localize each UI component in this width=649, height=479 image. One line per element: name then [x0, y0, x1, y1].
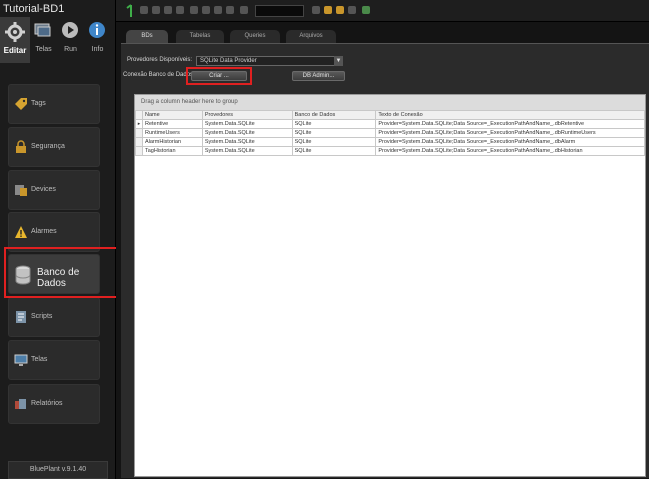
cell-provider[interactable]: System.Data.SQLite	[201, 146, 293, 156]
toolbar-icon[interactable]	[312, 6, 320, 14]
providers-label: Provedores Disponíveis:	[127, 57, 193, 63]
sidebar-item-label: Segurança	[31, 143, 65, 150]
sidebar-item-tags[interactable]: Tags	[8, 84, 100, 124]
toolbar-icon[interactable]	[152, 6, 160, 14]
toolbar-icon[interactable]	[164, 6, 172, 14]
cell-connection-string[interactable]: Provider=System.Data.SQLite;Data Source=…	[375, 128, 645, 138]
mode-label: Info	[91, 46, 104, 53]
highlight-banco-de-dados	[4, 247, 128, 298]
cell-database[interactable]: SQLite	[291, 128, 377, 138]
cell-connection-string[interactable]: Provider=System.Data.SQLite;Data Source=…	[375, 119, 645, 129]
mode-telas[interactable]: Telas	[30, 17, 57, 63]
cell-name[interactable]: TagHistorian	[141, 146, 203, 156]
toolbar-icon[interactable]	[202, 6, 210, 14]
toolbar-icon[interactable]	[214, 6, 222, 14]
sidebar-item-relatorios[interactable]: Relatórios	[8, 384, 100, 424]
cell-connection-string[interactable]: Provider=System.Data.SQLite;Data Source=…	[375, 146, 645, 156]
lock-icon	[16, 140, 26, 153]
app-window: Tutorial-BD1 Editar Telas Run Info Tags …	[0, 0, 649, 479]
tab-tabelas[interactable]: Tabelas	[176, 30, 224, 43]
toolbar-icon[interactable]	[226, 6, 234, 14]
toolbar	[116, 0, 649, 22]
sidebar-item-alarmes[interactable]: Alarmes	[8, 212, 100, 252]
report-icon	[15, 399, 26, 409]
sidebar-item-telas[interactable]: Telas	[8, 340, 100, 380]
column-header-provedores[interactable]: Provedores	[201, 110, 293, 120]
cell-provider[interactable]: System.Data.SQLite	[201, 137, 293, 147]
back-icon[interactable]	[124, 4, 134, 18]
toolbar-icon[interactable]	[240, 6, 248, 14]
provider-select-value: SQLite Data Provider	[200, 58, 257, 64]
table-row[interactable]: AlarmHistorian System.Data.SQLite SQLite…	[135, 137, 645, 147]
toolbar-search-input[interactable]	[255, 5, 304, 17]
cell-database[interactable]: SQLite	[291, 146, 377, 156]
column-header-texto-conexao[interactable]: Texto de Conexão	[375, 110, 645, 120]
column-header-banco[interactable]: Banco de Dados	[291, 110, 377, 120]
connection-label: Conexão Banco de Dados:	[123, 72, 195, 78]
sidebar-item-label: Relatórios	[31, 400, 63, 407]
cell-name[interactable]: Retentive	[141, 119, 203, 129]
version-label: BluePlant v.9.1.40	[8, 461, 108, 479]
row-indicator	[135, 146, 143, 156]
cell-provider[interactable]: System.Data.SQLite	[201, 119, 293, 129]
row-indicator-header	[135, 110, 143, 120]
warning-icon	[15, 226, 27, 238]
mode-run[interactable]: Run	[57, 17, 84, 63]
provider-select[interactable]: SQLite Data Provider ▼	[196, 56, 343, 66]
sidebar-item-seguranca[interactable]: Segurança	[8, 127, 100, 167]
group-by-bar[interactable]: Drag a column header here to group	[135, 95, 645, 110]
sidebar-item-label: Tags	[31, 100, 46, 107]
sidebar-item-devices[interactable]: Devices	[8, 170, 100, 210]
mode-label: Run	[64, 46, 77, 53]
toolbar-icon[interactable]	[362, 6, 370, 14]
row-selected-icon: ▸	[135, 119, 143, 129]
cell-name[interactable]: AlarmHistorian	[141, 137, 203, 147]
toolbar-icon[interactable]	[324, 6, 332, 14]
sidebar-item-label: Alarmes	[31, 228, 57, 235]
column-header-name[interactable]: Name	[141, 110, 203, 120]
db-admin-button[interactable]: DB Admin...	[292, 71, 345, 81]
table-row[interactable]: ▸ Retentive System.Data.SQLite SQLite Pr…	[135, 119, 645, 129]
table-row[interactable]: RuntimeUsers System.Data.SQLite SQLite P…	[135, 128, 645, 138]
sidebar-item-label: Scripts	[31, 313, 53, 320]
sidebar: Tutorial-BD1 Editar Telas Run Info Tags …	[0, 0, 116, 479]
cell-provider[interactable]: System.Data.SQLite	[201, 128, 293, 138]
device-icon	[15, 185, 27, 196]
toolbar-icon[interactable]	[190, 6, 198, 14]
highlight-create-button	[186, 67, 252, 85]
mode-bar: Editar Telas Run Info	[0, 17, 116, 63]
row-indicator	[135, 137, 143, 147]
databases-table: Name Provedores Banco de Dados Texto de …	[135, 110, 645, 156]
cell-database[interactable]: SQLite	[291, 137, 377, 147]
script-icon	[16, 311, 26, 323]
cell-connection-string[interactable]: Provider=System.Data.SQLite;Data Source=…	[375, 137, 645, 147]
cell-database[interactable]: SQLite	[291, 119, 377, 129]
mode-editar[interactable]: Editar	[0, 17, 30, 63]
tag-icon	[15, 98, 27, 110]
window-title: Tutorial-BD1	[3, 3, 65, 15]
mode-label: Telas	[35, 46, 52, 53]
toolbar-icon[interactable]	[348, 6, 356, 14]
mode-label: Editar	[3, 46, 27, 55]
row-indicator	[135, 128, 143, 138]
table-row[interactable]: TagHistorian System.Data.SQLite SQLite P…	[135, 146, 645, 156]
tab-arquivos[interactable]: Arquivos	[286, 30, 336, 43]
databases-grid: Drag a column header here to group Name …	[134, 94, 646, 477]
sidebar-item-label: Telas	[31, 356, 48, 363]
info-icon	[89, 22, 105, 38]
tab-bds[interactable]: BDs	[126, 30, 168, 43]
tab-queries[interactable]: Queries	[230, 30, 280, 43]
sidebar-item-scripts[interactable]: Scripts	[8, 297, 100, 337]
sidebar-item-label: Devices	[31, 186, 56, 193]
chevron-down-icon: ▼	[334, 56, 343, 66]
play-icon	[62, 22, 78, 38]
gear-icon	[5, 22, 25, 42]
display-icon	[14, 354, 28, 366]
toolbar-icon[interactable]	[336, 6, 344, 14]
toolbar-icon[interactable]	[140, 6, 148, 14]
mode-info[interactable]: Info	[84, 17, 111, 63]
cell-name[interactable]: RuntimeUsers	[141, 128, 203, 138]
toolbar-icon[interactable]	[176, 6, 184, 14]
screens-icon	[34, 23, 51, 37]
